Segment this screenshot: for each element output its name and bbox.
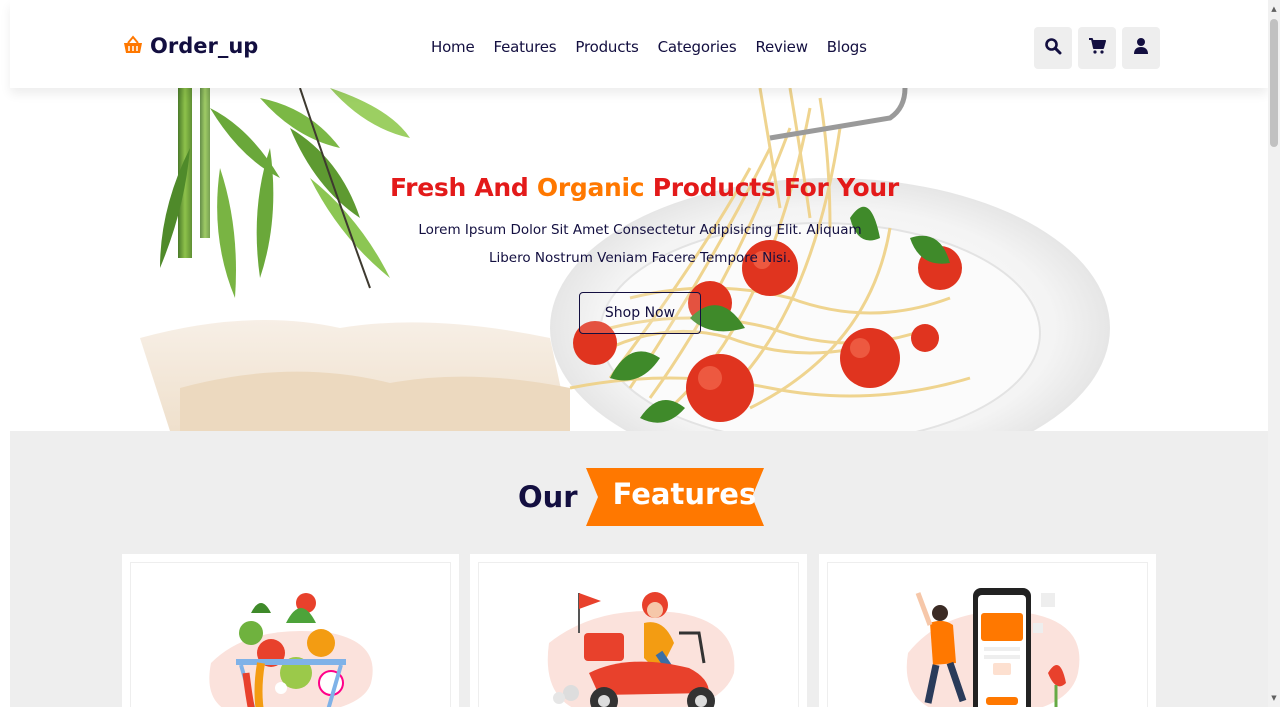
header-icons [1034,27,1160,69]
nav-categories[interactable]: Categories [658,38,737,56]
features-heading-ribbon: Features [585,468,764,526]
cart-button[interactable] [1078,27,1116,69]
hero-title-part1: Fresh And [390,173,537,202]
nav-review[interactable]: Review [755,38,808,56]
site-header: Order_up Home Features Products Categori… [10,0,1268,88]
hero-section: Fresh And Organic Products For Your Lore… [10,88,1268,431]
hero-title-highlight: Organic [536,173,645,202]
page-scrollbar[interactable]: ▲ ▼ [1268,0,1280,707]
nav-features[interactable]: Features [494,38,557,56]
features-heading: Our Features [518,468,764,526]
hero-title: Fresh And Organic Products For Your [390,173,899,202]
vegetable-basket-illustration [209,593,373,707]
search-icon [1044,37,1062,59]
nav-products[interactable]: Products [575,38,638,56]
user-button[interactable] [1122,27,1160,69]
user-icon [1133,37,1149,59]
features-heading-highlight: Features [612,477,757,511]
feature-card-1 [122,554,459,707]
brand-name: Order_up [150,34,259,58]
mobile-order-illustration [906,588,1080,707]
features-heading-prefix: Our [518,480,578,514]
search-button[interactable] [1034,27,1072,69]
hero-title-part2: Products For Your [644,173,899,202]
hero-content: Fresh And Organic Products For Your Lore… [390,173,899,334]
basket-icon [122,34,144,58]
scroll-up-arrow-icon[interactable]: ▲ [1268,2,1280,16]
main-nav: Home Features Products Categories Review… [431,38,867,56]
brand-logo[interactable]: Order_up [122,34,258,58]
nav-home[interactable]: Home [431,38,475,56]
scroll-down-arrow-icon[interactable]: ▼ [1268,691,1280,705]
scrollbar-thumb[interactable] [1270,19,1278,147]
delivery-scooter-illustration [547,592,735,707]
feature-card-2 [470,554,807,707]
shop-now-button[interactable]: Shop Now [579,292,701,334]
features-section: Our Features [10,431,1268,707]
cart-icon [1088,37,1106,59]
hero-text: Lorem Ipsum Dolor Sit Amet Consectetur A… [418,222,862,266]
nav-blogs[interactable]: Blogs [827,38,867,56]
feature-card-3 [819,554,1156,707]
